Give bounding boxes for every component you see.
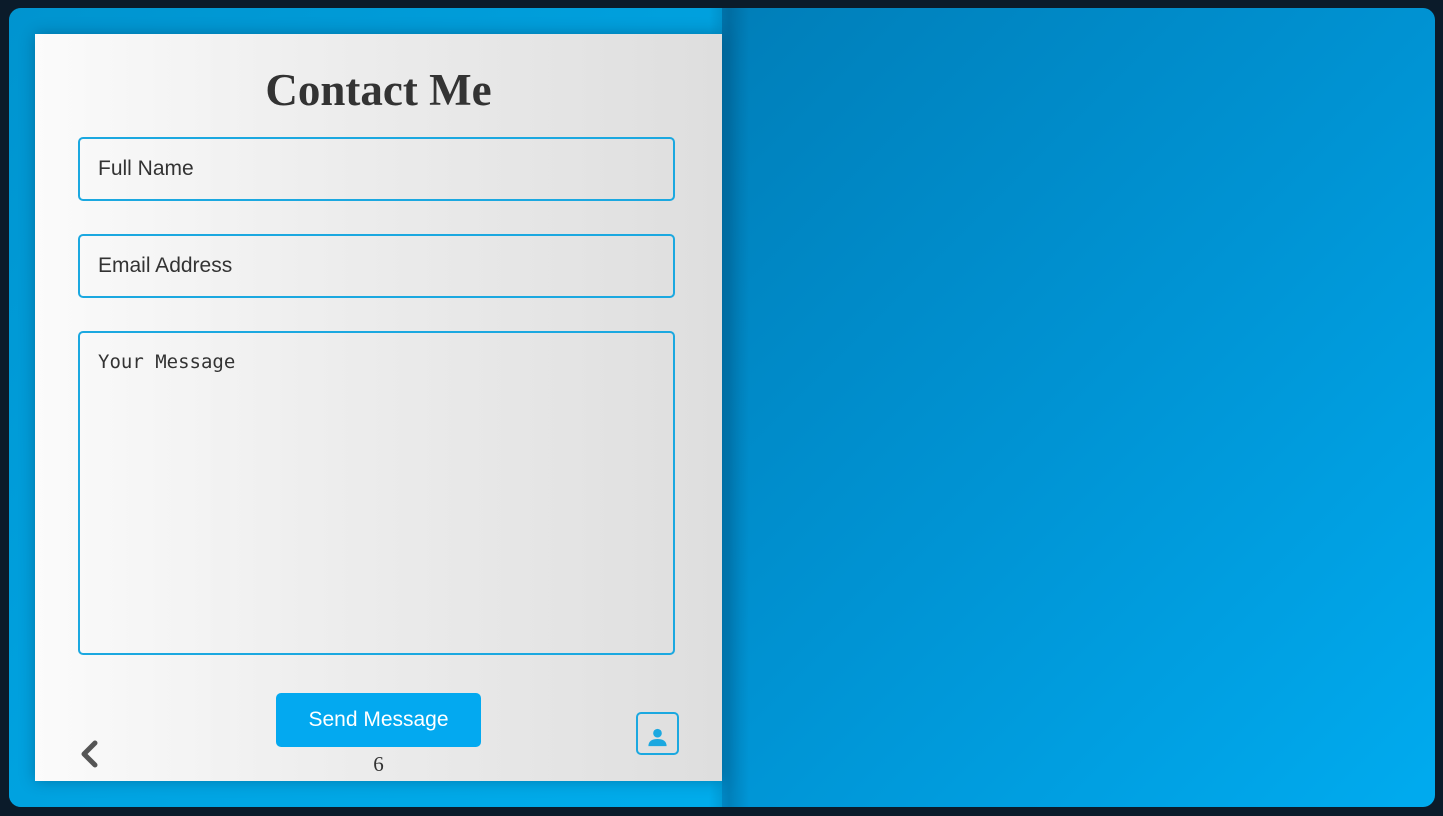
full-name-input[interactable] <box>78 137 675 201</box>
contact-page: Contact Me Send Message 6 <box>35 34 722 781</box>
profile-button[interactable] <box>636 712 679 755</box>
email-address-input[interactable] <box>78 234 675 298</box>
book-frame: Contact Me Send Message 6 <box>9 8 1435 807</box>
send-message-button[interactable]: Send Message <box>276 693 481 747</box>
page-number: 6 <box>373 752 384 776</box>
user-icon <box>648 728 667 747</box>
message-textarea[interactable] <box>78 331 675 655</box>
page-title: Contact Me <box>265 65 492 115</box>
